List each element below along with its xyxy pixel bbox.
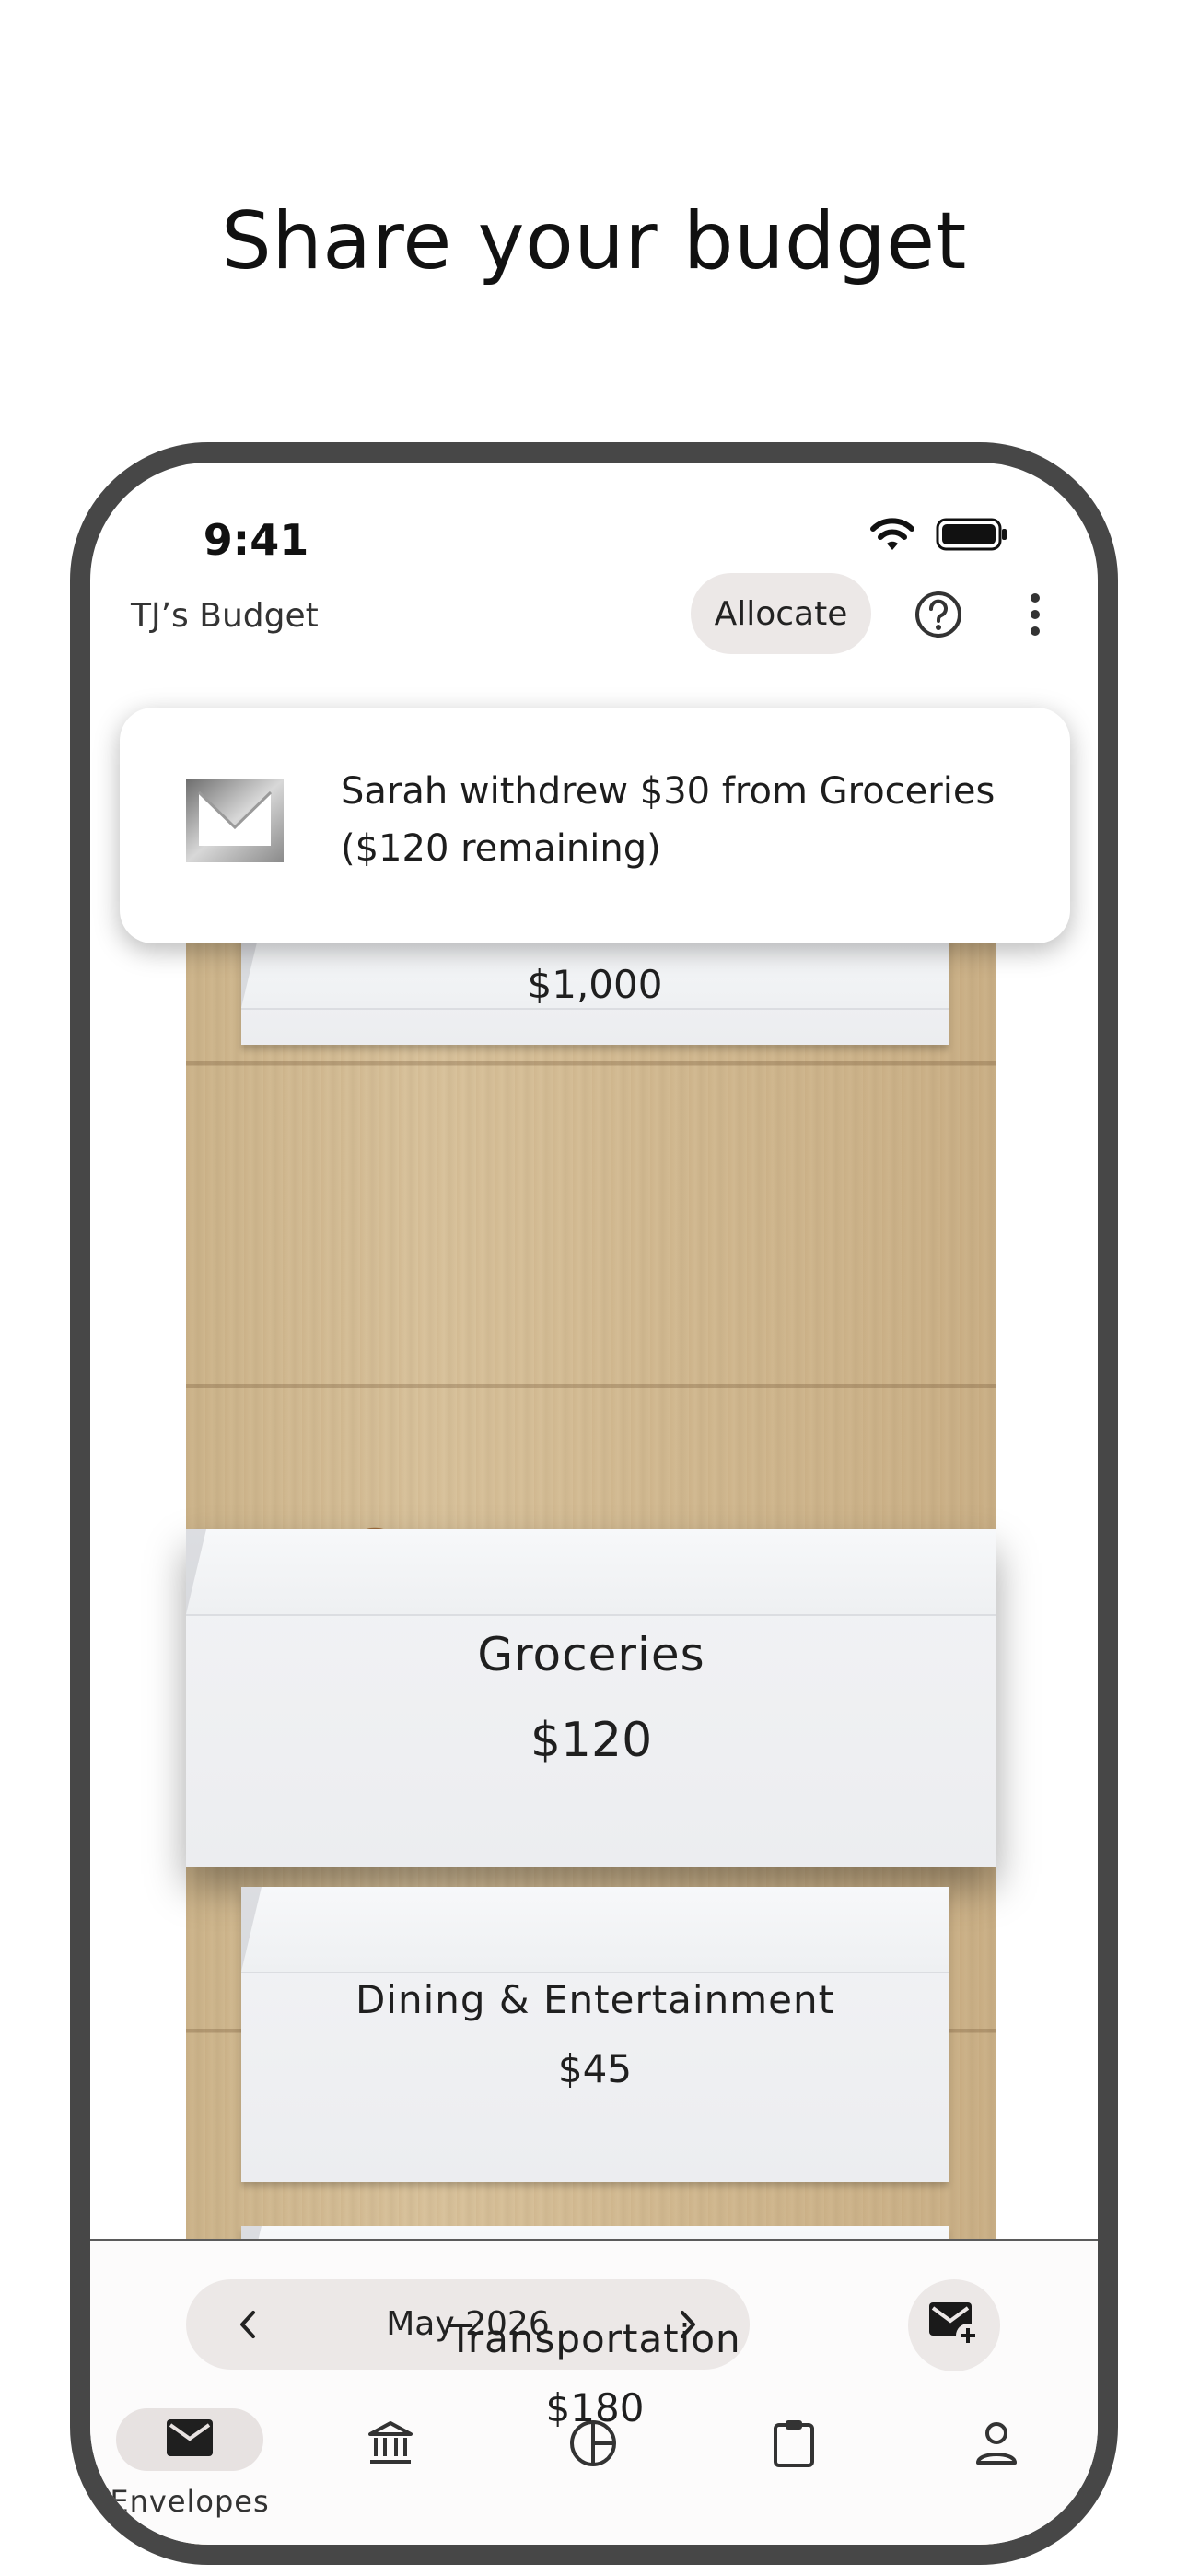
allocate-button[interactable]: Allocate <box>691 573 871 654</box>
mail-icon <box>166 2418 214 2462</box>
nav-label: Envelopes <box>110 2484 270 2519</box>
status-time: 9:41 <box>203 515 309 565</box>
more-vert-icon[interactable] <box>1017 586 1054 643</box>
wifi-icon <box>869 517 915 556</box>
budget-title: TJ’s Budget <box>131 597 319 635</box>
nav-accounts[interactable] <box>317 2408 464 2519</box>
battery-icon <box>936 516 1009 557</box>
status-icons <box>869 516 1009 557</box>
envelope-logo-icon <box>186 779 284 862</box>
nav-profile[interactable] <box>923 2408 1070 2519</box>
page-headline: Share your budget <box>221 195 967 287</box>
help-icon[interactable] <box>910 586 967 643</box>
clipboard-icon <box>773 2418 815 2473</box>
envelope-name: Groceries <box>477 1628 705 1681</box>
envelope-card-featured[interactable]: Groceries $120 <box>186 1529 996 1867</box>
nav-history[interactable] <box>720 2408 868 2519</box>
notification-message: Sarah withdrew $30 from Groceries ($120 … <box>341 770 996 870</box>
add-envelope-icon <box>927 2299 981 2353</box>
envelope-amount: $1,000 <box>527 961 663 1007</box>
envelope-amount: $45 <box>557 2046 633 2091</box>
person-icon <box>974 2420 1019 2471</box>
phone-screen: 9:41 TJ’s Budget Allocate $1,000 Groceri… <box>90 463 1098 2545</box>
nav-pill-active <box>116 2408 263 2471</box>
nav-pill <box>720 2408 868 2482</box>
nav-pill <box>923 2408 1070 2482</box>
add-envelope-button[interactable] <box>908 2279 1000 2371</box>
envelope-name: Transportation <box>448 2316 741 2361</box>
phone-frame: 9:41 TJ’s Budget Allocate $1,000 Groceri… <box>70 442 1118 2565</box>
envelope-name: Dining & Entertainment <box>355 1977 835 2022</box>
withdrawal-notification[interactable]: Sarah withdrew $30 from Groceries ($120 … <box>120 708 1070 943</box>
nav-pill <box>317 2408 464 2482</box>
nav-envelopes[interactable]: Envelopes <box>110 2408 269 2519</box>
envelope-amount: $180 <box>545 2385 645 2430</box>
bank-icon <box>367 2419 414 2472</box>
envelope-amount: $120 <box>530 1713 653 1768</box>
envelope-card[interactable]: Dining & Entertainment $45 <box>241 1887 949 2182</box>
